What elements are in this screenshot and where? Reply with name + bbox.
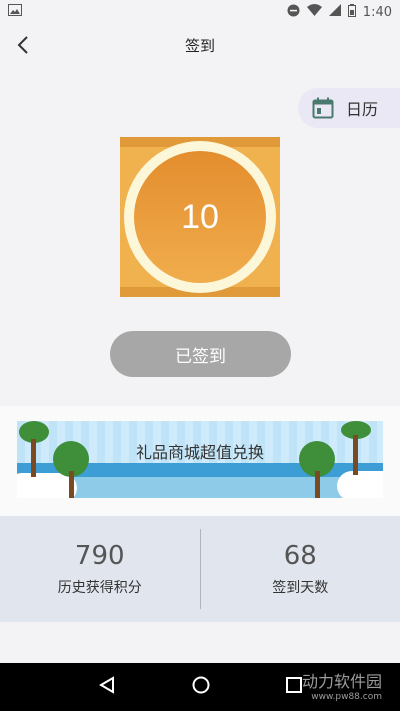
title-bar: 签到 xyxy=(0,24,400,66)
nav-recents-icon[interactable] xyxy=(286,677,302,697)
calendar-label: 日历 xyxy=(346,100,379,119)
gallery-notification-icon xyxy=(8,4,22,20)
stat-value: 68 xyxy=(283,541,317,571)
nav-home-icon[interactable] xyxy=(192,676,210,698)
do-not-disturb-icon xyxy=(287,4,300,21)
battery-icon xyxy=(347,3,356,21)
stat-history-points: 790 历史获得积分 xyxy=(0,516,200,622)
checkin-count: 10 xyxy=(181,197,219,236)
calendar-icon xyxy=(312,97,334,119)
signed-in-button[interactable]: 已签到 xyxy=(110,331,291,377)
gift-mall-banner[interactable]: 礼品商城超值兑换 xyxy=(17,421,383,498)
signal-icon xyxy=(328,4,341,20)
stat-checkin-days: 68 签到天数 xyxy=(201,516,400,622)
checkin-badge: 10 xyxy=(120,137,280,297)
nav-back-icon[interactable] xyxy=(98,676,116,698)
watermark-url: www.pw88.com xyxy=(311,692,382,702)
stats-panel: 790 历史获得积分 68 签到天数 xyxy=(0,516,400,622)
stat-value: 790 xyxy=(74,541,125,571)
stat-label: 历史获得积分 xyxy=(57,580,142,596)
watermark: 动力软件园 www.pw88.com xyxy=(302,668,382,702)
watermark-text: 动力软件园 xyxy=(301,672,382,691)
stat-label: 签到天数 xyxy=(272,580,329,596)
wifi-icon xyxy=(306,4,322,20)
page-title: 签到 xyxy=(184,36,215,55)
status-time: 1:40 xyxy=(362,4,392,20)
badge-circle: 10 xyxy=(134,151,266,283)
status-bar: 1:40 xyxy=(0,0,400,24)
back-button[interactable] xyxy=(8,30,38,60)
chevron-left-icon xyxy=(17,36,28,54)
banner-text: 礼品商城超值兑换 xyxy=(135,443,264,462)
calendar-button[interactable]: 日历 xyxy=(298,88,400,128)
